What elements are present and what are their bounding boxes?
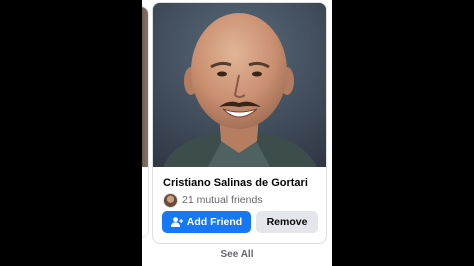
people-you-may-know-carousel: Cristiano Salinas de Gortari 21 mutual f… — [142, 0, 332, 266]
mutual-friends-row: 21 mutual friends — [163, 192, 263, 208]
remove-button[interactable]: Remove — [256, 211, 318, 233]
profile-photo[interactable] — [153, 3, 326, 167]
mutual-friend-avatar — [163, 192, 178, 208]
person-add-icon — [170, 217, 183, 227]
previous-profile-photo — [142, 7, 148, 167]
add-friend-label: Add Friend — [186, 216, 243, 228]
add-friend-button[interactable]: Add Friend — [162, 211, 251, 233]
profile-photo-image — [153, 3, 326, 167]
mutual-friends-count: 21 mutual friends — [182, 194, 263, 206]
previous-suggestion-card[interactable] — [142, 6, 149, 238]
friend-suggestion-card: Cristiano Salinas de Gortari 21 mutual f… — [152, 2, 327, 244]
see-all-link[interactable]: See All — [142, 249, 332, 260]
remove-label: Remove — [266, 216, 308, 228]
suggestion-name[interactable]: Cristiano Salinas de Gortari — [163, 177, 323, 189]
